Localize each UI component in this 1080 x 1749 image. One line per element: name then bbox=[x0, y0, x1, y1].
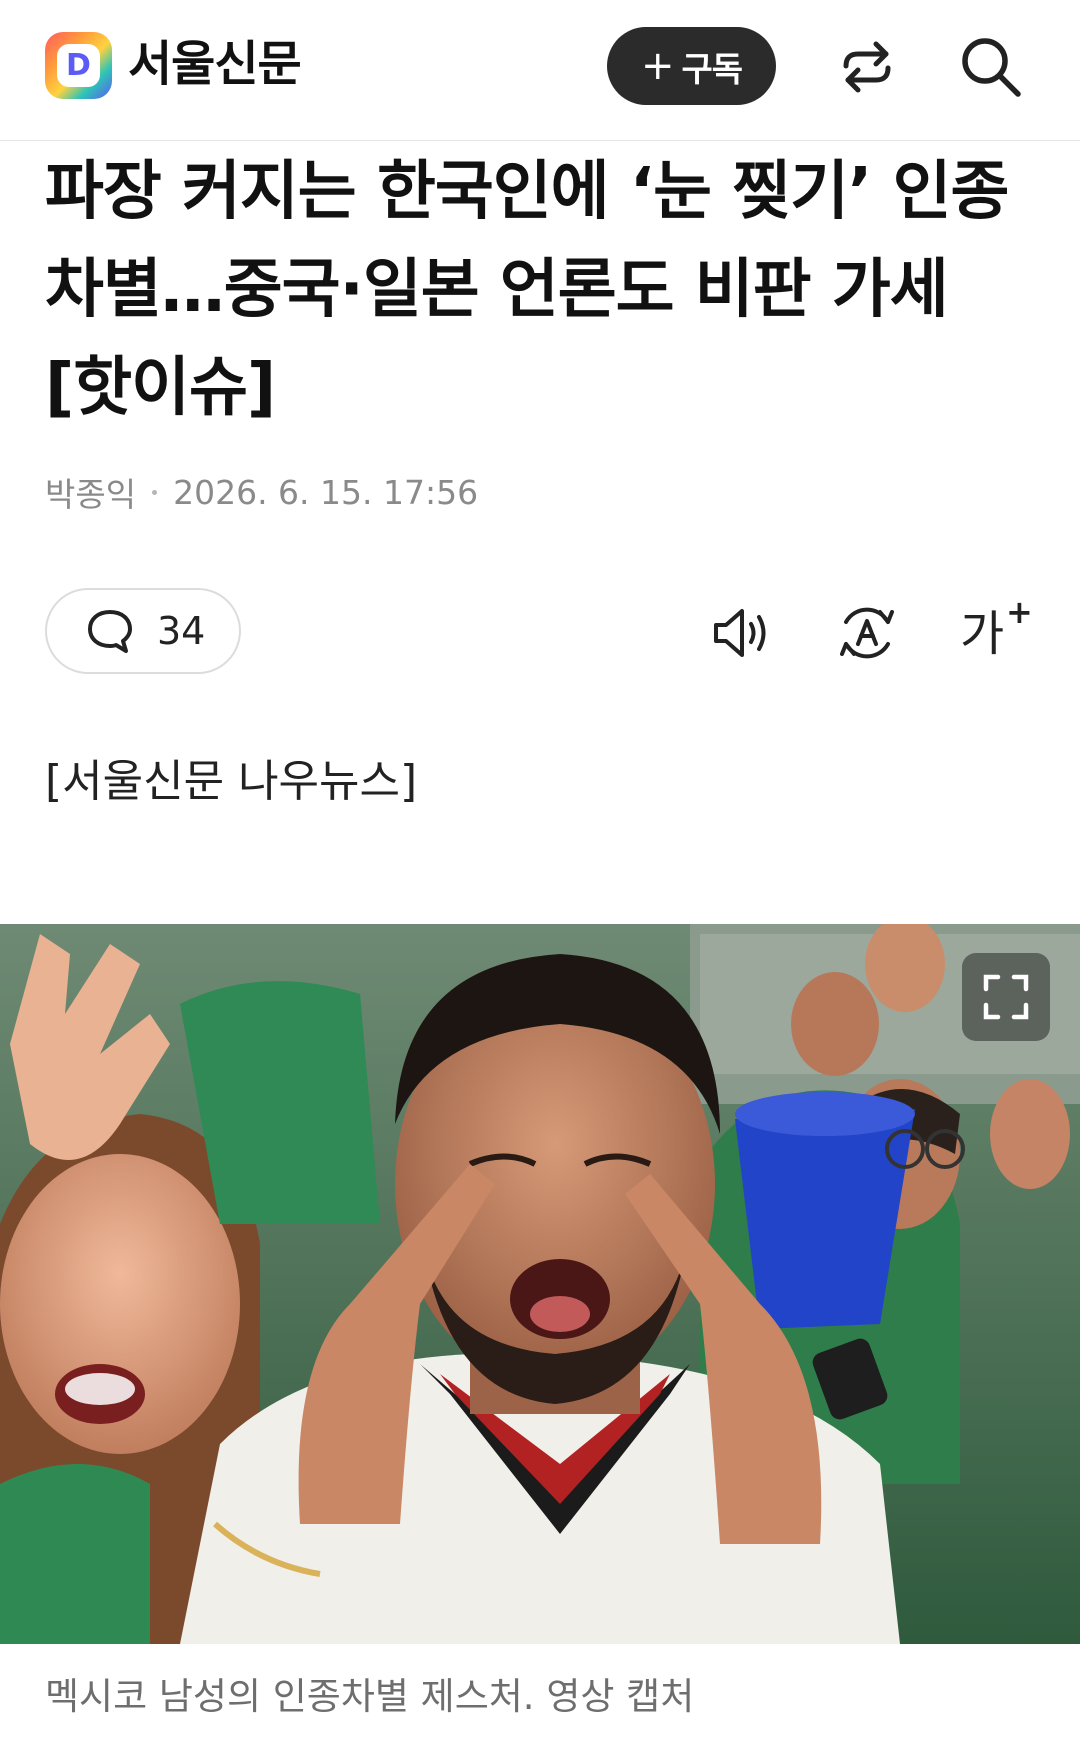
comment-count: 34 bbox=[157, 609, 206, 653]
comment-button[interactable]: 34 bbox=[45, 588, 241, 674]
subscribe-label: 구독 bbox=[681, 49, 743, 90]
article-meta: 박종익 2026. 6. 15. 17:56 bbox=[45, 468, 478, 516]
publish-datetime: 2026. 6. 15. 17:56 bbox=[173, 472, 479, 512]
font-size-label: 가 bbox=[960, 606, 1005, 662]
daum-logo[interactable]: D bbox=[45, 32, 112, 99]
translate-icon[interactable] bbox=[834, 600, 900, 666]
speaker-icon[interactable] bbox=[710, 600, 776, 666]
article-photo[interactable] bbox=[0, 924, 1080, 1644]
font-size-plus: + bbox=[1006, 593, 1033, 631]
expand-icon bbox=[983, 974, 1029, 1020]
plus-icon: + bbox=[640, 43, 675, 89]
font-size-button[interactable]: 가 + bbox=[958, 593, 1033, 668]
photo-illustration bbox=[0, 924, 1080, 1644]
search-icon[interactable] bbox=[958, 34, 1024, 100]
author-name[interactable]: 박종익 bbox=[45, 468, 136, 516]
expand-photo-button[interactable] bbox=[962, 953, 1050, 1041]
separator-dot bbox=[152, 489, 158, 495]
article-headline: 파장 커지는 한국인에 ‘눈 찢기’ 인종차별…중국·일본 언론도 비판 가세 … bbox=[45, 155, 1009, 425]
share-icon[interactable] bbox=[836, 36, 898, 98]
logo-letter: D bbox=[57, 44, 100, 87]
publisher-name[interactable]: 서울신문 bbox=[128, 34, 302, 94]
subscribe-button[interactable]: + 구독 bbox=[607, 27, 776, 105]
source-tag: [서울신문 나우뉴스] bbox=[45, 756, 418, 807]
comment-icon bbox=[88, 610, 132, 653]
photo-caption: 멕시코 남성의 인종차별 제스처. 영상 캡처 bbox=[45, 1675, 695, 1718]
top-bar: D 서울신문 + 구독 bbox=[0, 0, 1080, 141]
